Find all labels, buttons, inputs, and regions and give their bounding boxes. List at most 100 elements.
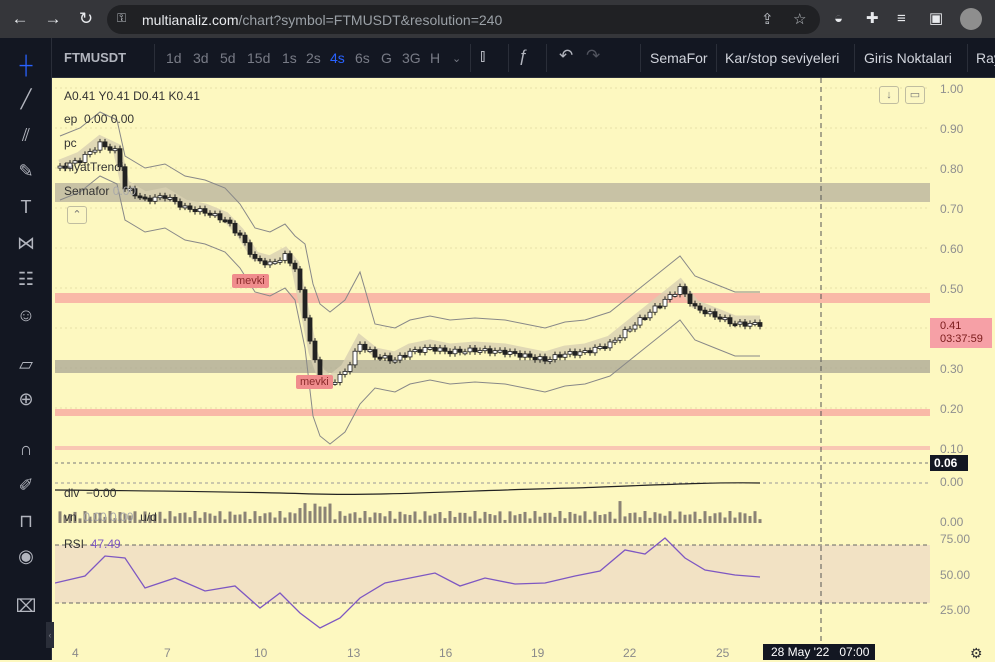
fib-icon[interactable]: ⫽: [13, 122, 39, 148]
div-legend: div −0.00: [64, 486, 117, 500]
volume-bar: [513, 515, 517, 523]
trash-icon[interactable]: ⌧: [13, 593, 39, 619]
time-tick: 16: [439, 646, 453, 660]
price-axis[interactable]: 1.00 0.90 0.80 0.70 0.60 0.50 0.30 0.20 …: [930, 78, 995, 648]
candle: [167, 197, 173, 200]
prediction-icon[interactable]: ☷: [13, 266, 39, 292]
candle: [602, 346, 608, 349]
share-icon[interactable]: ⇪: [761, 11, 774, 29]
interval-h[interactable]: H: [430, 50, 440, 66]
trendline-icon[interactable]: ╱: [13, 86, 39, 112]
indicator-giris[interactable]: Giris Noktalari: [864, 50, 952, 66]
side-panel-icon[interactable]: ▣: [929, 10, 943, 28]
star-icon[interactable]: ☆: [793, 11, 806, 29]
eye-icon[interactable]: ◉: [13, 543, 39, 569]
pattern-icon[interactable]: ⋈: [13, 230, 39, 256]
reading-list-icon[interactable]: ≡: [897, 10, 906, 28]
settings-gear-icon[interactable]: ⚙: [970, 645, 983, 662]
candle: [137, 195, 143, 199]
semafor-legend: Semafor 0.00: [64, 184, 137, 198]
indicator-semafor[interactable]: SemaFor: [650, 50, 708, 66]
volume-bar: [643, 511, 647, 523]
interval-1d[interactable]: 1d: [166, 50, 182, 66]
candle: [567, 351, 573, 355]
div-value-tag: 0.06: [930, 455, 968, 471]
back-icon[interactable]: ←: [10, 9, 30, 29]
url-text[interactable]: multianaliz.com/chart?symbol=FTMUSDT&res…: [142, 12, 502, 28]
extension-ghost-icon[interactable]: ◒: [834, 10, 843, 28]
forward-icon[interactable]: →: [43, 9, 63, 29]
candle: [297, 268, 303, 291]
lock-icon[interactable]: ⊓: [13, 508, 39, 534]
rsi-tick: 50.00: [940, 568, 971, 582]
candle: [597, 346, 603, 349]
extensions-puzzle-icon[interactable]: ✚: [866, 10, 879, 28]
interval-2s[interactable]: 2s: [306, 50, 321, 66]
address-bar[interactable]: ⚿ multianaliz.com/chart?symbol=FTMUSDT&r…: [107, 5, 820, 34]
magnet-icon[interactable]: ∩: [13, 436, 39, 462]
emoji-icon[interactable]: ☺: [13, 302, 39, 328]
interval-1s[interactable]: 1s: [282, 50, 297, 66]
text-icon[interactable]: T: [13, 194, 39, 220]
candle: [507, 351, 513, 355]
candle: [557, 354, 563, 358]
volume-bar: [383, 516, 387, 523]
volume-bar: [683, 514, 687, 523]
interval-6s[interactable]: 6s: [355, 50, 370, 66]
candle: [397, 354, 403, 361]
interval-3d[interactable]: 3d: [193, 50, 209, 66]
collapse-legend-button[interactable]: ⌃: [67, 206, 87, 224]
chevron-down-icon[interactable]: ⌄: [452, 52, 461, 65]
candle: [732, 323, 738, 327]
indicator-ray[interactable]: Ray: [976, 50, 995, 66]
undo-icon[interactable]: ↶: [559, 46, 573, 66]
maximize-icon[interactable]: ▭: [905, 86, 925, 104]
volume-bar: [308, 511, 312, 523]
candle: [262, 260, 268, 266]
candle: [157, 195, 163, 199]
symbol-button[interactable]: FTMUSDT: [64, 50, 126, 65]
mevki-label: mevki: [296, 375, 333, 389]
interval-3g[interactable]: 3G: [402, 50, 421, 66]
candle: [252, 253, 258, 259]
interval-5d[interactable]: 5d: [220, 50, 236, 66]
scroll-down-icon[interactable]: ↓: [879, 86, 899, 104]
candle: [562, 353, 568, 358]
reload-icon[interactable]: ↻: [76, 9, 96, 29]
volume-bar: [303, 503, 307, 523]
price-chart[interactable]: [55, 78, 930, 648]
candle: [292, 262, 298, 270]
candle: [622, 329, 628, 339]
interval-g[interactable]: G: [381, 50, 392, 66]
brush-icon[interactable]: ✎: [13, 158, 39, 184]
volume-bar: [343, 515, 347, 523]
indicators-fx-icon[interactable]: ƒ: [518, 46, 527, 66]
candles-icon[interactable]: ⫾: [480, 46, 485, 66]
volume-bar: [703, 511, 707, 523]
candle: [737, 321, 743, 325]
volume-bar: [293, 513, 297, 523]
ruler-icon[interactable]: ▱: [13, 351, 39, 377]
interval-4s[interactable]: 4s: [330, 50, 345, 66]
volume-bar: [163, 518, 167, 523]
profile-avatar[interactable]: [960, 8, 982, 30]
price-tick: 0.70: [940, 202, 964, 216]
volume-bar: [738, 512, 742, 523]
price-tick: 0.30: [940, 362, 964, 376]
zoom-icon[interactable]: ⊕: [13, 386, 39, 412]
candle: [237, 232, 243, 236]
pink-zone: [55, 409, 930, 416]
indicator-kar-stop[interactable]: Kar/stop seviyeleri: [725, 50, 839, 66]
volume-bar: [198, 517, 202, 523]
redo-icon[interactable]: ↷: [586, 46, 600, 66]
candle: [202, 208, 208, 214]
lock-drawing-icon[interactable]: ✐: [13, 472, 39, 498]
interval-15d[interactable]: 15d: [247, 50, 270, 66]
collapse-toolbar-button[interactable]: ‹: [46, 622, 54, 648]
candle: [672, 293, 678, 297]
candle: [312, 340, 318, 361]
chart-toolbar: FTMUSDT 1d 3d 5d 15d 1s 2s 4s 6s G 3G H …: [52, 38, 995, 78]
crosshair-icon[interactable]: ┼: [13, 52, 39, 78]
candle: [362, 343, 368, 351]
volume-bar: [553, 516, 557, 523]
